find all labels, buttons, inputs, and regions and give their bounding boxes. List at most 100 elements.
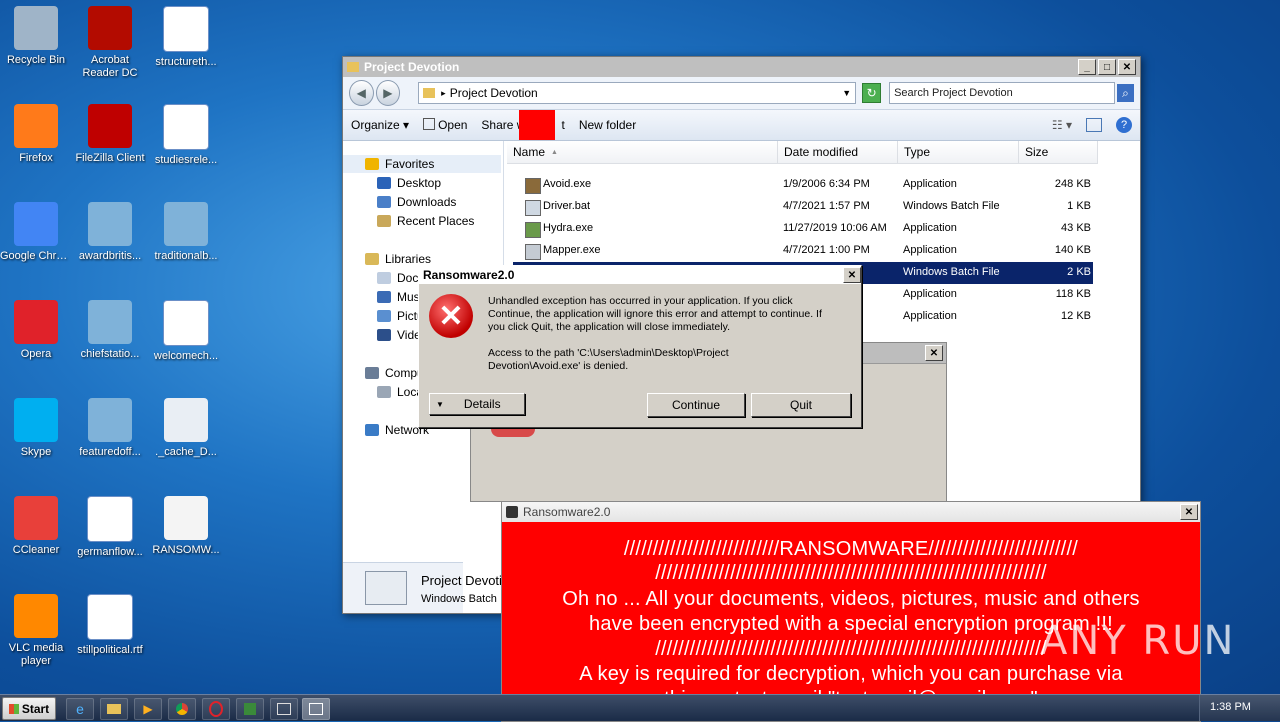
taskbar-ie-icon[interactable]: e	[66, 698, 94, 720]
file-size: 12 KB	[1061, 310, 1091, 322]
open-button[interactable]: Open	[423, 118, 467, 132]
back-icon[interactable]: ◀	[349, 80, 374, 106]
taskbar-opera-icon[interactable]	[202, 698, 230, 720]
desktop-icon-label: germanflow...	[77, 546, 143, 558]
ccleaner-icon	[14, 496, 58, 540]
desktop-icon-11[interactable]: chiefstatio...	[74, 300, 146, 361]
address-bar[interactable]: ▸ Project Devotion ▼	[418, 82, 857, 104]
sidebar-item-pictures[interactable]: Pictu	[377, 307, 424, 325]
minimize-button[interactable]: _	[1078, 59, 1096, 75]
file-size: 140 KB	[1054, 244, 1091, 256]
videos-icon	[377, 329, 391, 341]
desktop-icon-19[interactable]: VLC media player	[0, 594, 72, 668]
sidebar-item-recent[interactable]: Recent Places	[377, 212, 474, 230]
new-folder-button[interactable]: New folder	[579, 118, 636, 132]
ransom-line-3: Oh no ... All your documents, videos, pi…	[562, 588, 1140, 610]
desktop-icon-label: awardbritis...	[78, 250, 142, 262]
close-button[interactable]: ✕	[1118, 59, 1136, 75]
desktop-icon-2[interactable]: Acrobat Reader DC	[74, 6, 146, 80]
desktop-icon-16[interactable]: CCleaner	[0, 496, 72, 557]
desktop-icon-17[interactable]: germanflow...	[74, 496, 146, 559]
desktop-icon-label: chiefstatio...	[80, 348, 140, 360]
search-input[interactable]: Search Project Devotion	[889, 82, 1116, 104]
desktop-icon-18[interactable]: RANSOMW...	[150, 496, 222, 557]
desktop-icon	[377, 177, 391, 189]
desktop-icon-14[interactable]: featuredoff...	[74, 398, 146, 459]
desktop-icon-8[interactable]: awardbritis...	[74, 202, 146, 263]
sidebar-item-local-disk[interactable]: Loca	[377, 383, 423, 401]
desktop-icon-15[interactable]: ._cache_D...	[150, 398, 222, 459]
sidebar-item-desktop[interactable]: Desktop	[377, 174, 441, 192]
refresh-icon[interactable]: ↻	[862, 83, 882, 103]
file-type: Application	[903, 222, 957, 234]
desktop-icon-3[interactable]: structureth...	[150, 6, 222, 69]
error-path-message: Access to the path 'C:\Users\admin\Deskt…	[488, 347, 729, 372]
desktop-icon-4[interactable]: Firefox	[0, 104, 72, 165]
desktop-icon-label: structureth...	[155, 56, 217, 68]
forward-icon[interactable]: ▶	[375, 80, 401, 106]
desktop-icon-label: Skype	[20, 446, 52, 458]
desktop-icon-7[interactable]: Google Chrome	[0, 202, 72, 263]
quit-button[interactable]: Quit	[751, 393, 851, 417]
error-dialog-titlebar[interactable]: Ransomware2.0 ✕	[419, 266, 861, 285]
desktop-icon-20[interactable]: stillpolitical.rtf	[74, 594, 146, 657]
batch-file-icon	[365, 571, 407, 605]
organize-button[interactable]: Organize ▾	[351, 118, 409, 132]
taskbar-active-app-icon[interactable]	[302, 698, 330, 720]
search-icon[interactable]: ⌕	[1117, 84, 1134, 102]
taskbar-media-player-icon[interactable]: ▶	[134, 698, 162, 720]
file-row[interactable]: Mapper.exe 4/7/2021 1:00 PM Application 140…	[513, 240, 1093, 262]
file-size: 248 KB	[1054, 178, 1091, 190]
error-close-button[interactable]: ✕	[843, 267, 861, 283]
word-doc-icon	[87, 496, 133, 542]
desktop-icon-9[interactable]: traditionalb...	[150, 202, 222, 263]
star-icon	[365, 158, 379, 170]
file-row[interactable]: Driver.bat 4/7/2021 1:57 PM Windows Batch …	[513, 196, 1093, 218]
file-icon	[525, 244, 541, 260]
background-close-button[interactable]: ✕	[925, 345, 943, 361]
maximize-button[interactable]: □	[1098, 59, 1116, 75]
column-header-type[interactable]: Type	[898, 141, 1019, 164]
help-icon[interactable]: ?	[1116, 117, 1132, 133]
preview-pane-icon[interactable]	[1086, 118, 1102, 132]
file-date: 4/7/2021 1:00 PM	[783, 244, 870, 256]
desktop-icon-label: FileZilla Client	[75, 152, 145, 164]
desktop-icon-6[interactable]: studiesrele...	[150, 104, 222, 167]
taskbar-ransomware-icon[interactable]	[236, 698, 264, 720]
column-header-size[interactable]: Size	[1019, 141, 1098, 164]
taskbar-app-icon[interactable]	[270, 698, 298, 720]
taskbar-chrome-icon[interactable]	[168, 698, 196, 720]
column-header-name[interactable]: Name ▲	[507, 141, 778, 164]
sidebar-item-favorites[interactable]: Favorites	[343, 155, 501, 173]
pictures-icon	[377, 310, 391, 322]
ransom-close-button[interactable]: ✕	[1180, 504, 1198, 520]
file-size: 2 KB	[1067, 266, 1091, 278]
clock[interactable]: 1:38 PM	[1210, 701, 1251, 713]
continue-button[interactable]: Continue	[647, 393, 745, 417]
file-row[interactable]: Hydra.exe 11/27/2019 10:06 AM Application 4…	[513, 218, 1093, 240]
file-row[interactable]: Avoid.exe 1/9/2006 6:34 PM Application 248 …	[513, 174, 1093, 196]
desktop-icon-5[interactable]: FileZilla Client	[74, 104, 146, 165]
start-button[interactable]: Start	[2, 697, 56, 720]
opera-icon	[14, 300, 58, 344]
chevron-down-icon[interactable]: ▼	[842, 88, 851, 98]
view-options-icon[interactable]: ☷ ▾	[1052, 118, 1072, 132]
sidebar-item-downloads[interactable]: Downloads	[377, 193, 456, 211]
desktop-icon-label: VLC media player	[8, 642, 64, 667]
sidebar-item-music[interactable]: Musi	[377, 288, 422, 306]
sidebar-item-computer[interactable]: Compu	[365, 364, 424, 382]
vlc-icon	[14, 594, 58, 638]
desktop-icon-12[interactable]: welcomech...	[150, 300, 222, 363]
image-icon	[88, 300, 132, 344]
error-dialog-title: Ransomware2.0	[423, 268, 515, 282]
sidebar-item-videos[interactable]: Vide	[377, 326, 421, 344]
column-header-date[interactable]: Date modified	[778, 141, 898, 164]
desktop-icon-13[interactable]: Skype	[0, 398, 72, 459]
desktop-icon-10[interactable]: Opera	[0, 300, 72, 361]
ransom-titlebar[interactable]: Ransomware2.0 ✕	[502, 502, 1200, 522]
explorer-titlebar[interactable]: Project Devotion _ □ ✕	[343, 57, 1140, 77]
taskbar-explorer-icon[interactable]	[100, 698, 128, 720]
details-button[interactable]: ▼ Details	[429, 393, 525, 415]
desktop-icon-1[interactable]: Recycle Bin	[0, 6, 72, 67]
print-button[interactable]: t	[519, 110, 565, 140]
